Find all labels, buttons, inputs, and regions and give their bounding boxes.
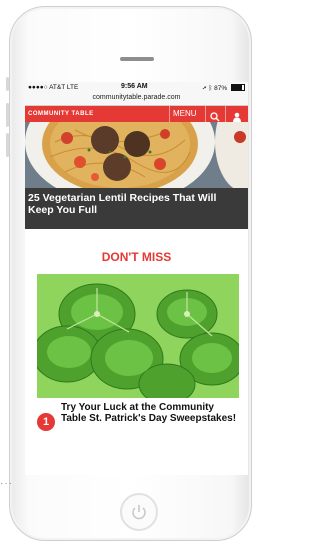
status-time: 9:56 AM (121, 83, 148, 90)
volume-down-button (6, 133, 9, 157)
bluetooth-icon: ᛒ (208, 85, 213, 92)
lentil-pasta-photo (25, 122, 248, 188)
hero-title[interactable]: 25 Vegetarian Lentil Recipes That Will K… (28, 192, 243, 216)
shamrock-photo[interactable] (37, 274, 239, 398)
power-icon (132, 505, 146, 520)
battery-icon (231, 84, 245, 91)
earpiece-speaker (120, 57, 154, 61)
phone-screen: ●●●●○ AT&T LTE 9:56 AM ➚ ᛒ 87% community… (25, 82, 248, 475)
logo-text: COMMUNITY TABLE (28, 111, 94, 117)
home-button[interactable] (120, 493, 158, 531)
ellipsis-dots: ··· (0, 478, 13, 489)
status-bar: ●●●●○ AT&T LTE 9:56 AM ➚ ᛒ 87% (25, 82, 248, 94)
url-bar[interactable]: communitytable.parade.com (25, 94, 248, 106)
site-logo[interactable]: COMMUNITY TABLE (28, 111, 94, 117)
site-header: COMMUNITY TABLE MENU (25, 106, 248, 122)
hero-article[interactable]: 25 Vegetarian Lentil Recipes That Will K… (25, 122, 248, 229)
carrier-label: ●●●●○ AT&T LTE (28, 84, 79, 91)
location-icon: ➚ (202, 85, 207, 92)
battery-percent: 87% (214, 85, 228, 92)
item-number-badge: 1 (37, 413, 55, 431)
nav-divider (205, 106, 206, 122)
volume-up-button (6, 103, 9, 127)
battery-status: ➚ ᛒ 87% (203, 84, 245, 92)
item-title[interactable]: Try Your Luck at the Community Table St.… (61, 402, 241, 424)
section-heading: DON'T MISS (101, 250, 172, 264)
nav-divider (225, 106, 226, 122)
mute-switch (6, 77, 9, 91)
menu-button[interactable]: MENU (173, 109, 197, 118)
nav-divider (169, 106, 170, 122)
